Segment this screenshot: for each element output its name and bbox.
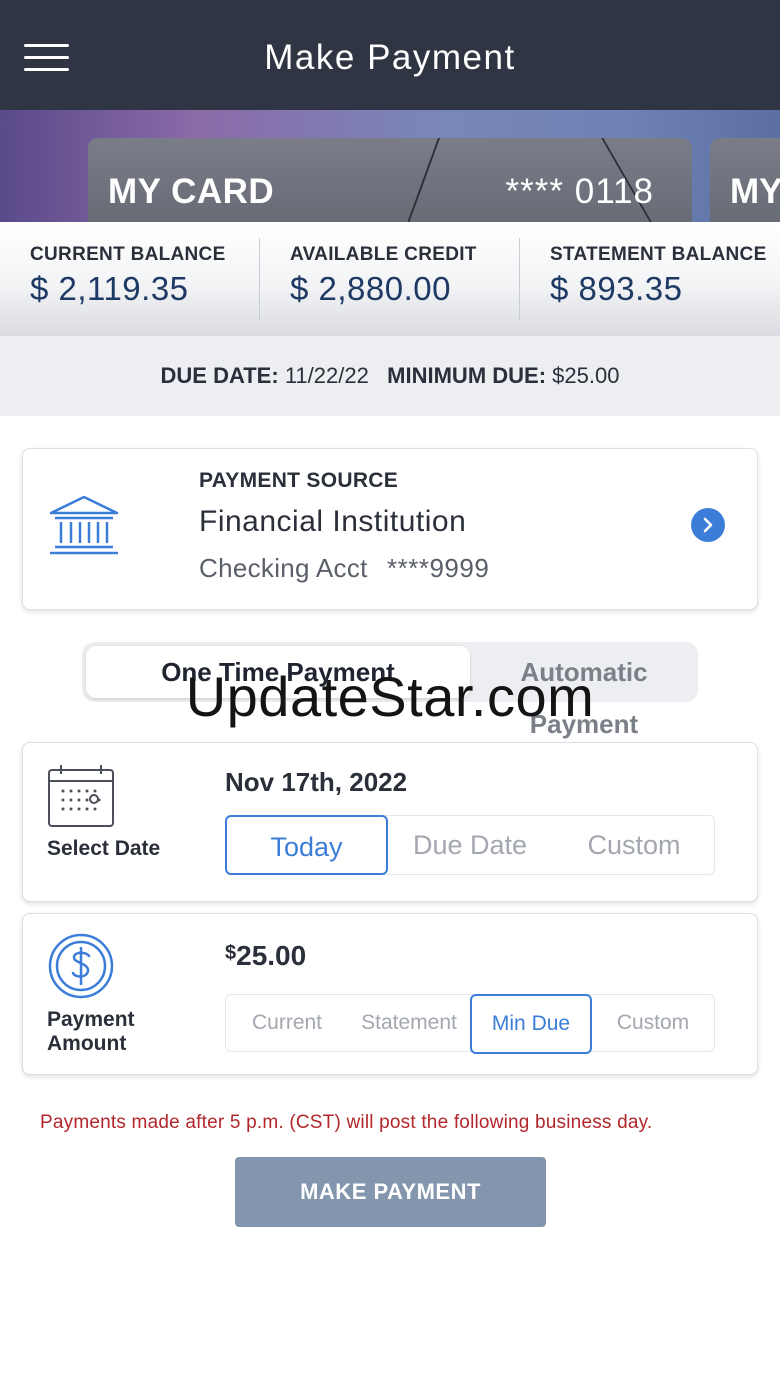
payment-amount-value: $25.00	[225, 940, 306, 972]
account-type: Checking Acct	[199, 553, 368, 583]
bank-icon	[49, 495, 119, 555]
amount-option-min-due[interactable]: Min Due	[470, 994, 592, 1054]
amount-number: 25.00	[236, 940, 307, 971]
make-payment-button[interactable]: MAKE PAYMENT	[235, 1157, 546, 1227]
due-info-bar: DUE DATE: 11/22/22 MINIMUM DUE: $25.00	[0, 336, 780, 416]
top-app-bar: Make Payment	[0, 0, 780, 110]
select-date-label: Select Date	[47, 837, 161, 860]
current-balance-value: $ 2,119.35	[30, 270, 189, 307]
date-option-custom[interactable]: Custom	[552, 815, 716, 875]
dollar-circle-icon	[48, 933, 114, 999]
watermark: UpdateStar.com	[185, 665, 595, 728]
payment-amount-label-line1: Payment	[47, 1008, 135, 1031]
card-name: MY CARD	[108, 172, 275, 211]
payment-amount-label-line2: Amount	[47, 1032, 127, 1055]
amount-option-custom[interactable]: Custom	[592, 994, 714, 1052]
selected-date: Nov 17th, 2022	[225, 767, 408, 797]
minimum-due-label: MINIMUM DUE:	[387, 363, 547, 388]
balance-summary: CURRENT BALANCE $ 2,119.35 AVAILABLE CRE…	[0, 222, 780, 336]
available-credit-label: AVAILABLE CREDIT	[290, 244, 477, 265]
card-number: **** 0118	[505, 172, 654, 211]
due-info: DUE DATE: 11/22/22 MINIMUM DUE: $25.00	[0, 363, 780, 389]
minimum-due-value: $25.00	[552, 363, 620, 388]
divider	[519, 238, 520, 320]
statement-balance-label: STATEMENT BALANCE	[550, 244, 767, 265]
card-my-card[interactable]: MY CARD **** 0118	[88, 138, 692, 222]
date-options: Today Due Date Custom	[225, 815, 715, 875]
divider	[259, 238, 260, 320]
cutoff-notice: Payments made after 5 p.m. (CST) will po…	[40, 1112, 653, 1133]
select-date-card: Select Date Nov 17th, 2022 Today Due Dat…	[22, 742, 758, 902]
currency-symbol: $	[225, 942, 237, 964]
date-option-today[interactable]: Today	[225, 815, 388, 875]
due-date-value: 11/22/22	[284, 363, 369, 388]
payment-amount-label: Payment Amount	[47, 1008, 135, 1056]
payment-source-card[interactable]: PAYMENT SOURCE Financial Institution Che…	[22, 448, 758, 610]
calendar-icon	[48, 765, 114, 827]
card-carousel[interactable]: MY CARD **** 0118 MY	[0, 110, 780, 222]
amount-option-statement[interactable]: Statement	[348, 994, 470, 1052]
payment-source-name: Financial Institution	[199, 505, 467, 538]
available-credit-value: $ 2,880.00	[290, 270, 451, 307]
card-name: MY	[730, 172, 780, 211]
statement-balance-value: $ 893.35	[550, 270, 683, 307]
payment-amount-card: Payment Amount $25.00 Current Statement …	[22, 913, 758, 1075]
payment-source-label: PAYMENT SOURCE	[199, 469, 399, 492]
page-title: Make Payment	[264, 38, 516, 77]
current-balance-label: CURRENT BALANCE	[30, 244, 226, 265]
amount-option-current[interactable]: Current	[226, 994, 348, 1052]
chevron-right-icon[interactable]	[691, 508, 725, 542]
due-date-label: DUE DATE:	[160, 363, 279, 388]
account-number: ****9999	[387, 553, 490, 583]
card-next[interactable]: MY	[710, 138, 780, 222]
date-option-due-date[interactable]: Due Date	[388, 815, 552, 875]
amount-options: Current Statement Min Due Custom	[225, 994, 715, 1054]
card-decoration	[397, 138, 441, 222]
